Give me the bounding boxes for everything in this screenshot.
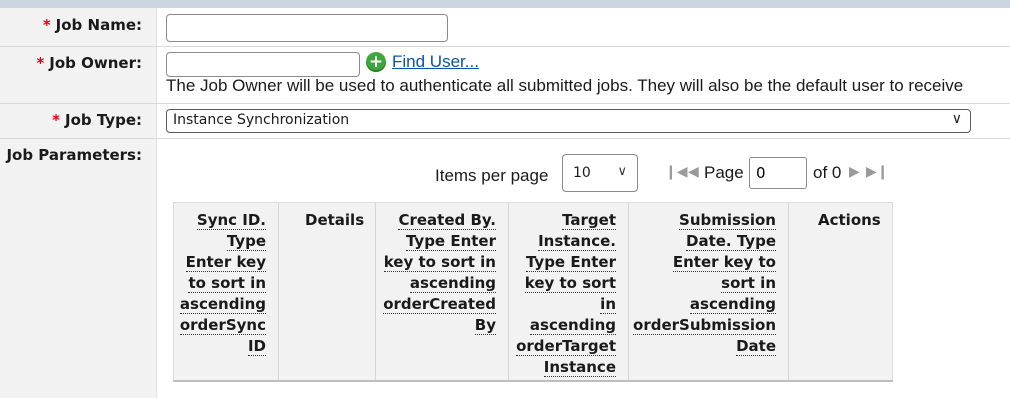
job-owner-label-cell: * Job Owner: xyxy=(0,47,157,103)
column-header-target-instance[interactable]: Target Instance. Type Enter key to sort … xyxy=(509,203,629,380)
sort-created-by-header[interactable]: Created By. Type Enter key to sort in as… xyxy=(383,210,496,336)
page-count-label: of 0 xyxy=(813,163,842,182)
job-name-label: * Job Name: xyxy=(42,16,142,34)
page-label: Page xyxy=(704,163,744,182)
job-type-selected-value: Instance Synchronization xyxy=(173,112,350,128)
page-number-input[interactable] xyxy=(749,157,807,189)
find-user-link[interactable]: Find User... xyxy=(392,52,479,72)
job-name-label-cell: * Job Name: xyxy=(0,8,157,46)
sort-sync-id-header[interactable]: Sync ID. Type Enter key to sort in ascen… xyxy=(179,210,266,357)
column-header-sync-id[interactable]: Sync ID. Type Enter key to sort in ascen… xyxy=(174,203,279,380)
top-header-bar xyxy=(0,0,1010,8)
jobs-table: Sync ID. Type Enter key to sort in ascen… xyxy=(173,202,893,381)
job-type-select[interactable]: Instance Synchronization ∨ xyxy=(166,109,971,133)
chevron-down-icon: ∨ xyxy=(951,111,962,127)
previous-page-icon[interactable]: ◀ xyxy=(688,164,699,180)
column-header-details: Details xyxy=(279,203,376,380)
sort-target-instance-header[interactable]: Target Instance. Type Enter key to sort … xyxy=(516,210,616,378)
job-owner-label: * Job Owner: xyxy=(36,54,142,72)
job-parameters-label-cell: Job Parameters: xyxy=(0,139,157,398)
required-marker: * xyxy=(42,16,51,34)
job-type-label-cell: * Job Type: xyxy=(0,104,157,139)
column-header-actions: Actions xyxy=(789,203,892,380)
job-type-label: * Job Type: xyxy=(52,111,142,129)
table-bottom-border xyxy=(173,380,893,382)
job-parameters-label: Job Parameters: xyxy=(6,146,142,164)
items-per-page-select[interactable]: 10 ∨ xyxy=(562,154,638,192)
sort-submission-date-header[interactable]: Submission Date. Type Enter key to sort … xyxy=(633,210,776,357)
job-name-row: * Job Name: xyxy=(0,8,1010,46)
last-page-icon[interactable]: ▶❙ xyxy=(866,164,889,180)
items-per-page-label: Items per page xyxy=(435,166,549,185)
job-owner-description: The Job Owner will be used to authentica… xyxy=(166,76,964,95)
required-marker: * xyxy=(36,54,45,72)
actions-header: Actions xyxy=(818,211,881,229)
job-owner-input[interactable] xyxy=(166,52,360,77)
job-name-input[interactable] xyxy=(166,14,448,42)
required-marker: * xyxy=(52,111,60,129)
items-per-page-value: 10 xyxy=(573,165,591,181)
details-header: Details xyxy=(305,211,365,229)
chevron-down-icon: ∨ xyxy=(617,164,627,179)
first-page-icon[interactable]: ❙◀ xyxy=(665,164,688,180)
next-page-icon[interactable]: ▶ xyxy=(849,164,860,180)
column-header-created-by[interactable]: Created By. Type Enter key to sort in as… xyxy=(376,203,509,380)
plus-circle-icon: + xyxy=(366,52,386,72)
column-header-submission-date[interactable]: Submission Date. Type Enter key to sort … xyxy=(629,203,789,380)
find-user-button[interactable]: + Find User... xyxy=(366,52,479,72)
